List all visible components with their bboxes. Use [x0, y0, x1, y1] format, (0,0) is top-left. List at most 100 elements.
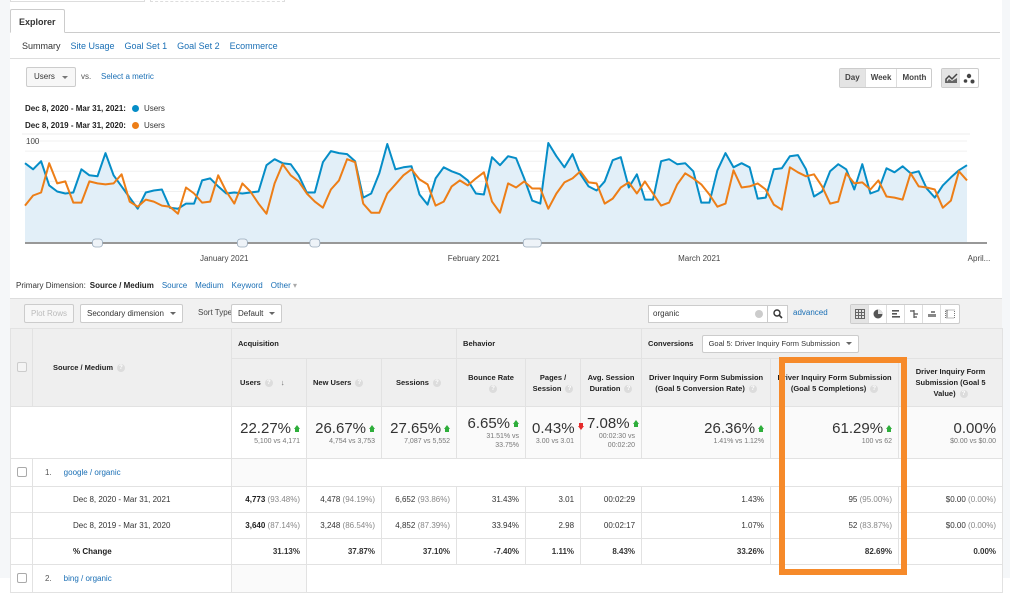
subtab-summary[interactable]: Summary [22, 38, 61, 54]
col-label: Bounce Rate [468, 372, 514, 382]
row-checkbox-cell [10, 458, 33, 487]
table-row-source: 1. google / organic [10, 458, 1004, 487]
change-value: 0.00% [898, 538, 1004, 565]
col-label: Driver Inquiry Form Submission (Goal 5 V… [915, 367, 986, 398]
granularity-day-button[interactable]: Day [840, 69, 866, 87]
value: 4,478 [320, 495, 341, 504]
pivot-icon[interactable] [941, 305, 959, 323]
dimension-header[interactable]: Source / Medium? [32, 328, 232, 407]
col-header-bounce-rate[interactable]: Bounce Rate? [456, 358, 527, 407]
legend-dot-orange [131, 122, 139, 129]
value: $0.00 [945, 495, 966, 504]
source-link[interactable]: google / organic [64, 468, 121, 477]
change-label: % Change [32, 538, 232, 565]
granularity-week-button[interactable]: Week [866, 69, 898, 87]
blank-cell [10, 512, 33, 539]
summary-compare: 5,100 vs 4,171 [254, 437, 300, 445]
col-header-sessions[interactable]: Sessions? [380, 358, 458, 407]
secondary-dimension-dropdown[interactable]: Secondary dimension [80, 304, 183, 323]
value: 4,773 [245, 495, 266, 504]
performance-icon[interactable] [887, 305, 905, 323]
comparison-icon[interactable] [905, 305, 923, 323]
goal-dropdown[interactable]: Goal 5: Driver Inquiry Form Submission [701, 334, 859, 353]
subtab-goal-set-2[interactable]: Goal Set 2 [177, 38, 220, 54]
granularity-month-button[interactable]: Month [897, 69, 931, 87]
change-avg-duration: 8.43% [580, 538, 643, 565]
explorer-subtabs: Summary Site Usage Goal Set 1 Goal Set 2… [22, 38, 278, 54]
subtab-goal-set-1[interactable]: Goal Set 1 [125, 38, 168, 54]
summary-compare: 100 vs 62 [861, 437, 893, 445]
segment-box[interactable] [150, 0, 285, 2]
source-link[interactable]: bing / organic [64, 574, 112, 583]
arrow-up-icon [886, 424, 893, 432]
primary-dimension-label: Primary Dimension: [16, 281, 86, 290]
summary-cell: 7.08% 00:02:30 vs 00:02:20 [580, 406, 643, 459]
help-icon[interactable]: ? [565, 384, 574, 393]
period-label: Dec 8, 2020 - Mar 31, 2021 [32, 486, 232, 513]
col-header-avg-session-duration[interactable]: Avg. Session Duration? [580, 358, 643, 407]
summary-change: 0.00% [953, 419, 997, 437]
clear-search-icon[interactable] [755, 310, 763, 318]
col-label: Sessions [396, 378, 429, 387]
help-icon[interactable]: ? [870, 384, 879, 393]
annotation-marker [309, 238, 321, 248]
select-all-checkbox[interactable] [17, 361, 27, 372]
table-search-input[interactable]: organic [648, 305, 788, 323]
metric-dropdown-label: Users [34, 72, 55, 81]
summary-cell: 6.65% 31.51% vs 33.75% [456, 406, 527, 459]
help-icon[interactable]: ? [489, 384, 498, 393]
metric-dropdown[interactable]: Users [26, 67, 76, 87]
cell-value: $0.00 (0.00%) [898, 486, 1004, 513]
col-header-new-users[interactable]: New Users? [306, 358, 382, 407]
cell-conv-rate: 1.43% [641, 486, 772, 513]
line-chart-icon[interactable] [942, 69, 960, 87]
advanced-filter-link[interactable]: advanced [793, 308, 828, 317]
row-index: 2. [45, 574, 52, 583]
help-icon[interactable]: ? [355, 379, 364, 388]
legend-metric: Users [143, 104, 165, 113]
col-header-pages-session[interactable]: Pages / Session? [525, 358, 582, 407]
legend-range: Dec 8, 2020 - Mar 31, 2021: [25, 104, 126, 113]
dimension-keyword-link[interactable]: Keyword [232, 281, 263, 290]
col-header-goal5-completions[interactable]: Driver Inquiry Form Submission (Goal 5 C… [770, 358, 900, 407]
help-icon[interactable]: ? [624, 384, 633, 393]
summary-cell: 26.36% 1.41% vs 1.12% [641, 406, 772, 459]
blank-cell [305, 458, 1004, 487]
subtab-site-usage[interactable]: Site Usage [71, 38, 115, 54]
table-row-source: 2. bing / organic [10, 564, 1004, 593]
plot-rows-button[interactable]: Plot Rows [24, 304, 75, 323]
tab-explorer[interactable]: Explorer [10, 9, 65, 33]
motion-chart-icon[interactable] [960, 69, 978, 87]
select-metric-link[interactable]: Select a metric [101, 72, 154, 81]
subtab-ecommerce[interactable]: Ecommerce [230, 38, 278, 54]
blank-cell [231, 458, 307, 487]
value: $0.00 [945, 521, 966, 530]
chart-svg: 50100January 2021February 2021March 2021… [22, 133, 990, 263]
top-strip [0, 0, 1010, 8]
help-icon[interactable]: ? [959, 390, 968, 399]
col-header-goal5-conversion-rate[interactable]: Driver Inquiry Form Submission (Goal 5 C… [641, 358, 772, 407]
sort-type-dropdown[interactable]: Default [231, 304, 283, 323]
term-cloud-icon[interactable] [923, 305, 941, 323]
x-tick-label: January 2021 [200, 254, 249, 263]
annotation-marker [522, 238, 542, 248]
pie-chart-icon[interactable] [869, 305, 887, 323]
search-button[interactable] [767, 306, 787, 322]
date-range-box[interactable] [10, 0, 145, 2]
row-checkbox[interactable] [17, 466, 27, 477]
dimension-source-link[interactable]: Source [162, 281, 187, 290]
table-row-change: % Change 31.13% 37.87% 37.10% -7.40% 1.1… [10, 538, 1004, 565]
dimension-other-dropdown[interactable]: Other ▾ [271, 281, 297, 290]
col-header-users[interactable]: Users? ↓ [231, 358, 307, 407]
help-icon[interactable]: ? [432, 379, 441, 388]
cell-completions: 95 (95.00%) [770, 486, 900, 513]
help-icon[interactable]: ? [117, 364, 126, 372]
help-icon[interactable]: ? [264, 379, 273, 388]
arrow-up-icon [369, 424, 375, 432]
col-header-goal5-value[interactable]: Driver Inquiry Form Submission (Goal 5 V… [898, 358, 1004, 407]
data-table-icon[interactable] [851, 305, 869, 323]
users-line-chart[interactable]: 50100January 2021February 2021March 2021… [22, 133, 990, 263]
dimension-medium-link[interactable]: Medium [195, 281, 223, 290]
summary-compare: 00:02:30 vs 00:02:20 [598, 433, 636, 449]
help-icon[interactable]: ? [748, 384, 757, 393]
